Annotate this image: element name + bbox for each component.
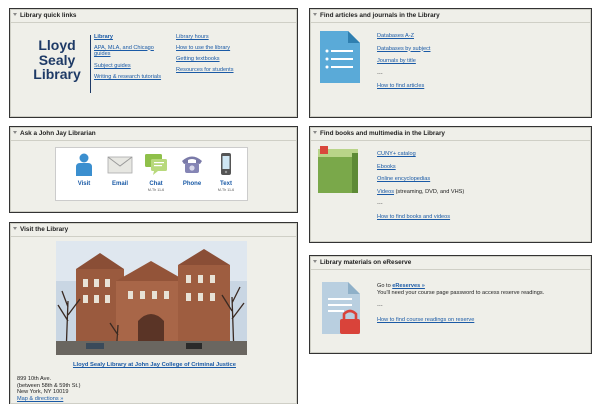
panel-title: Library materials on eReserve bbox=[320, 259, 412, 266]
ask-librarian-panel: Ask a John Jay Librarian Visit Email Cha… bbox=[9, 126, 298, 213]
map-directions-link[interactable]: Map & directions » bbox=[17, 396, 80, 403]
visit-option[interactable]: Visit bbox=[66, 152, 102, 188]
link-library[interactable]: Library bbox=[94, 34, 170, 41]
panel-header[interactable]: Library quick links bbox=[10, 9, 297, 23]
panel-title: Find articles and journals in the Librar… bbox=[320, 12, 440, 19]
panel-header[interactable]: Visit the Library bbox=[10, 223, 297, 237]
videos-line: Videos (streaming, DVD, and VHS) bbox=[377, 189, 464, 196]
link-textbooks[interactable]: Getting textbooks bbox=[176, 56, 266, 63]
journals-title-link[interactable]: Journals by title bbox=[377, 58, 430, 65]
person-icon bbox=[76, 153, 92, 176]
logo-line: Sealy bbox=[38, 51, 76, 68]
videos-formats: (streaming, DVD, and VHS) bbox=[394, 188, 465, 195]
link-student-resources[interactable]: Resources for students bbox=[176, 67, 266, 74]
contact-options-card: Visit Email Chat M-Th 11-6 Phone Text M-… bbox=[55, 147, 248, 201]
library-building-photo bbox=[56, 241, 247, 355]
books-panel: Find books and multimedia in the Library… bbox=[309, 126, 592, 243]
chat-option[interactable]: Chat M-Th 11-6 bbox=[138, 152, 174, 192]
encyclopedias-link[interactable]: Online encyclopedias bbox=[377, 176, 464, 183]
collapse-triangle-icon[interactable] bbox=[313, 260, 317, 263]
address-line: (between 58th & 59th St.) bbox=[17, 382, 81, 389]
visit-label: Visit bbox=[77, 181, 91, 187]
collapse-triangle-icon[interactable] bbox=[13, 13, 17, 16]
goto-prefix: Go to bbox=[377, 283, 393, 289]
collapse-triangle-icon[interactable] bbox=[13, 227, 17, 230]
panel-header[interactable]: Find articles and journals in the Librar… bbox=[310, 9, 591, 23]
library-address: 899 10th Ave. (between 58th & 59th St.) … bbox=[17, 376, 80, 402]
address-line: New York, NY 10019 bbox=[17, 389, 69, 396]
link-subject-guides[interactable]: Subject guides bbox=[94, 63, 170, 70]
separator: --- bbox=[377, 201, 383, 208]
phone-label: Phone bbox=[182, 181, 202, 187]
text-label: Text bbox=[220, 181, 232, 187]
logo-line: Lloyd bbox=[38, 37, 76, 53]
library-logo: Lloyd Sealy Library bbox=[24, 35, 91, 93]
ereserve-panel: Library materials on eReserve Go to eRes… bbox=[309, 255, 592, 354]
visit-library-panel: Visit the Library Lloyd Sealy Library at… bbox=[9, 222, 298, 404]
phone-option[interactable]: Phone bbox=[174, 152, 210, 188]
document-icon bbox=[320, 31, 360, 83]
panel-title: Find books and multimedia in the Library bbox=[320, 130, 445, 137]
panel-header[interactable]: Library materials on eReserve bbox=[310, 256, 591, 270]
collapse-triangle-icon[interactable] bbox=[13, 131, 17, 134]
collapse-triangle-icon[interactable] bbox=[313, 13, 317, 16]
collapse-triangle-icon[interactable] bbox=[313, 131, 317, 134]
panel-title: Visit the Library bbox=[20, 226, 69, 233]
how-to-find-readings-link[interactable]: How to find course readings on reserve bbox=[377, 317, 587, 324]
email-label: Email bbox=[111, 181, 128, 187]
mobile-icon bbox=[221, 153, 231, 175]
link-library-hours[interactable]: Library hours bbox=[176, 34, 266, 41]
ereserves-link[interactable]: eReserves » bbox=[392, 283, 425, 289]
link-citation-guides[interactable]: APA, MLA, and Chicago guides bbox=[94, 45, 170, 58]
link-how-to-use[interactable]: How to use the library bbox=[176, 45, 266, 52]
how-to-find-books-link[interactable]: How to find books and videos bbox=[377, 214, 464, 221]
address-line: 899 10th Ave. bbox=[17, 376, 52, 382]
databases-subject-link[interactable]: Databases by subject bbox=[377, 46, 430, 53]
quick-links-panel: Library quick links Lloyd Sealy Library … bbox=[9, 8, 298, 118]
envelope-icon bbox=[107, 156, 133, 174]
databases-az-link[interactable]: Databases A-Z bbox=[377, 33, 430, 40]
library-caption-link[interactable]: Lloyd Sealy Library at John Jay College … bbox=[10, 362, 299, 369]
chat-icon bbox=[145, 154, 167, 175]
separator: --- bbox=[377, 70, 383, 77]
text-hours: M-Th 11-6 bbox=[217, 188, 235, 192]
chat-label: Chat bbox=[149, 181, 163, 187]
chat-hours: M-Th 11-6 bbox=[147, 188, 165, 192]
book-icon bbox=[318, 146, 358, 193]
panel-header[interactable]: Ask a John Jay Librarian bbox=[10, 127, 297, 141]
text-option[interactable]: Text M-Th 11-6 bbox=[208, 152, 244, 192]
phone-icon bbox=[182, 156, 202, 173]
how-to-find-articles-link[interactable]: How to find articles bbox=[377, 83, 430, 90]
logo-line: Library bbox=[33, 66, 81, 82]
articles-panel: Find articles and journals in the Librar… bbox=[309, 8, 592, 118]
goto-line: Go to eReserves » bbox=[377, 283, 587, 290]
cuny-catalog-link[interactable]: CUNY+ catalog bbox=[377, 151, 464, 158]
panel-header[interactable]: Find books and multimedia in the Library bbox=[310, 127, 591, 141]
link-research-tutorials[interactable]: Writing & research tutorials bbox=[94, 74, 170, 81]
password-note: You'll need your course page password to… bbox=[377, 289, 545, 296]
videos-link[interactable]: Videos bbox=[377, 189, 394, 195]
locked-document-icon bbox=[322, 282, 360, 334]
ebooks-link[interactable]: Ebooks bbox=[377, 164, 464, 171]
email-option[interactable]: Email bbox=[102, 152, 138, 188]
panel-title: Ask a John Jay Librarian bbox=[20, 130, 96, 137]
separator: --- bbox=[377, 303, 383, 310]
panel-title: Library quick links bbox=[20, 12, 77, 19]
